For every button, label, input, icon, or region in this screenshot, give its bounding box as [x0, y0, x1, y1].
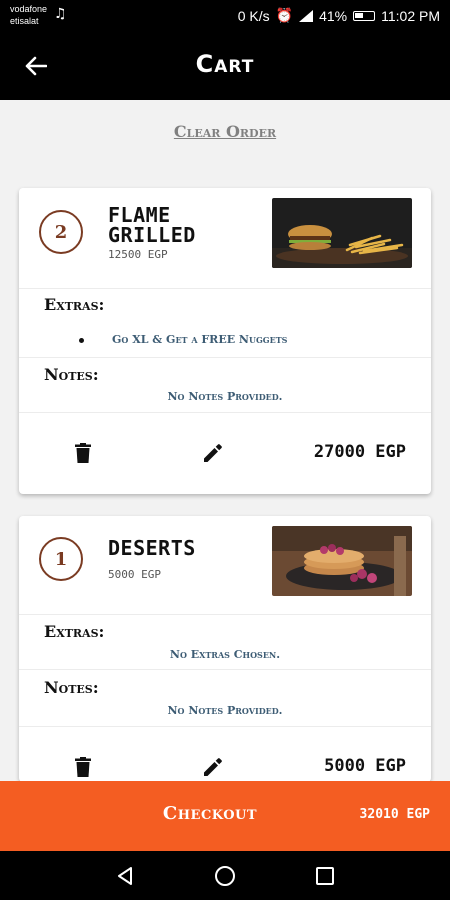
- item-unit-price: 12500 EGP: [108, 248, 168, 261]
- triangle-back-icon: [118, 867, 132, 885]
- item-name: DESERTS: [108, 536, 196, 560]
- page-title: Cart: [195, 50, 255, 78]
- notes-label: Notes:: [44, 365, 99, 384]
- app-bar: Cart: [0, 32, 450, 100]
- clear-order-link[interactable]: Clear Order: [0, 122, 450, 141]
- divider: [19, 412, 431, 413]
- signal-icon: [299, 9, 314, 22]
- nav-back-button[interactable]: [111, 863, 139, 889]
- cart-item-card: 2 FLAME GRILLED 12500 EGP Extras: Go XL …: [19, 188, 431, 494]
- item-unit-price: 5000 EGP: [108, 568, 161, 581]
- divider: [19, 726, 431, 727]
- item-image: [272, 198, 412, 268]
- carrier-2: etisalat: [10, 16, 39, 26]
- nav-home-button[interactable]: [211, 863, 239, 889]
- nav-recents-button[interactable]: [311, 863, 339, 889]
- item-name: FLAME GRILLED: [108, 203, 196, 247]
- extra-item: Go XL & Get a FREE Nuggets: [112, 333, 288, 346]
- extras-empty-text: No Extras Chosen.: [169, 648, 281, 661]
- system-nav-bar: [0, 851, 450, 900]
- edit-button[interactable]: [198, 752, 228, 782]
- extras-label: Extras:: [44, 295, 105, 314]
- cart-item-card: 1 DESERTS 5000 EGP Extras: No Extras Cho…: [19, 516, 431, 782]
- alarm-icon: ⏰: [275, 7, 294, 23]
- divider: [19, 288, 431, 289]
- quantity-badge: 2: [39, 210, 83, 254]
- checkout-bar: Checkout 32010 EGP: [0, 781, 450, 851]
- line-total: 27000 EGP: [313, 442, 406, 462]
- clear-order-row: Clear Order: [0, 100, 450, 178]
- checkout-button[interactable]: Checkout: [150, 803, 270, 824]
- notes-label: Notes:: [44, 678, 99, 697]
- extras-label: Extras:: [44, 622, 105, 641]
- battery-percent: 41%: [319, 7, 348, 24]
- bullet-icon: [79, 338, 84, 343]
- delete-button[interactable]: [68, 438, 98, 468]
- checkout-total: 32010 EGP: [359, 807, 430, 822]
- item-image: [272, 526, 412, 596]
- edit-button[interactable]: [198, 438, 228, 468]
- square-recents-icon: [316, 867, 334, 885]
- notes-text: No Notes Provided.: [167, 704, 283, 717]
- divider: [19, 614, 431, 615]
- quantity-badge: 1: [39, 537, 83, 581]
- circle-home-icon: [215, 866, 235, 886]
- pencil-icon: [204, 758, 222, 776]
- clock: 11:02 PM: [381, 7, 440, 24]
- music-note-icon: ♫: [54, 6, 67, 22]
- status-indicators: 0 K/s ⏰ 41% 11:02 PM: [238, 7, 440, 24]
- delete-button[interactable]: [68, 752, 98, 782]
- carrier-1: vodafone: [10, 4, 48, 14]
- trash-icon: [75, 757, 91, 777]
- trash-icon: [75, 443, 91, 463]
- network-speed: 0 K/s: [237, 7, 270, 24]
- divider: [19, 669, 431, 670]
- pencil-icon: [204, 444, 222, 462]
- status-bar: vodafone etisalat ♫ 0 K/s ⏰ 41% 11:02 PM: [0, 0, 450, 32]
- carrier-info: vodafone etisalat: [10, 3, 47, 27]
- line-total: 5000 EGP: [324, 756, 406, 776]
- divider: [19, 357, 431, 358]
- battery-icon: [353, 10, 376, 21]
- notes-text: No Notes Provided.: [167, 390, 283, 403]
